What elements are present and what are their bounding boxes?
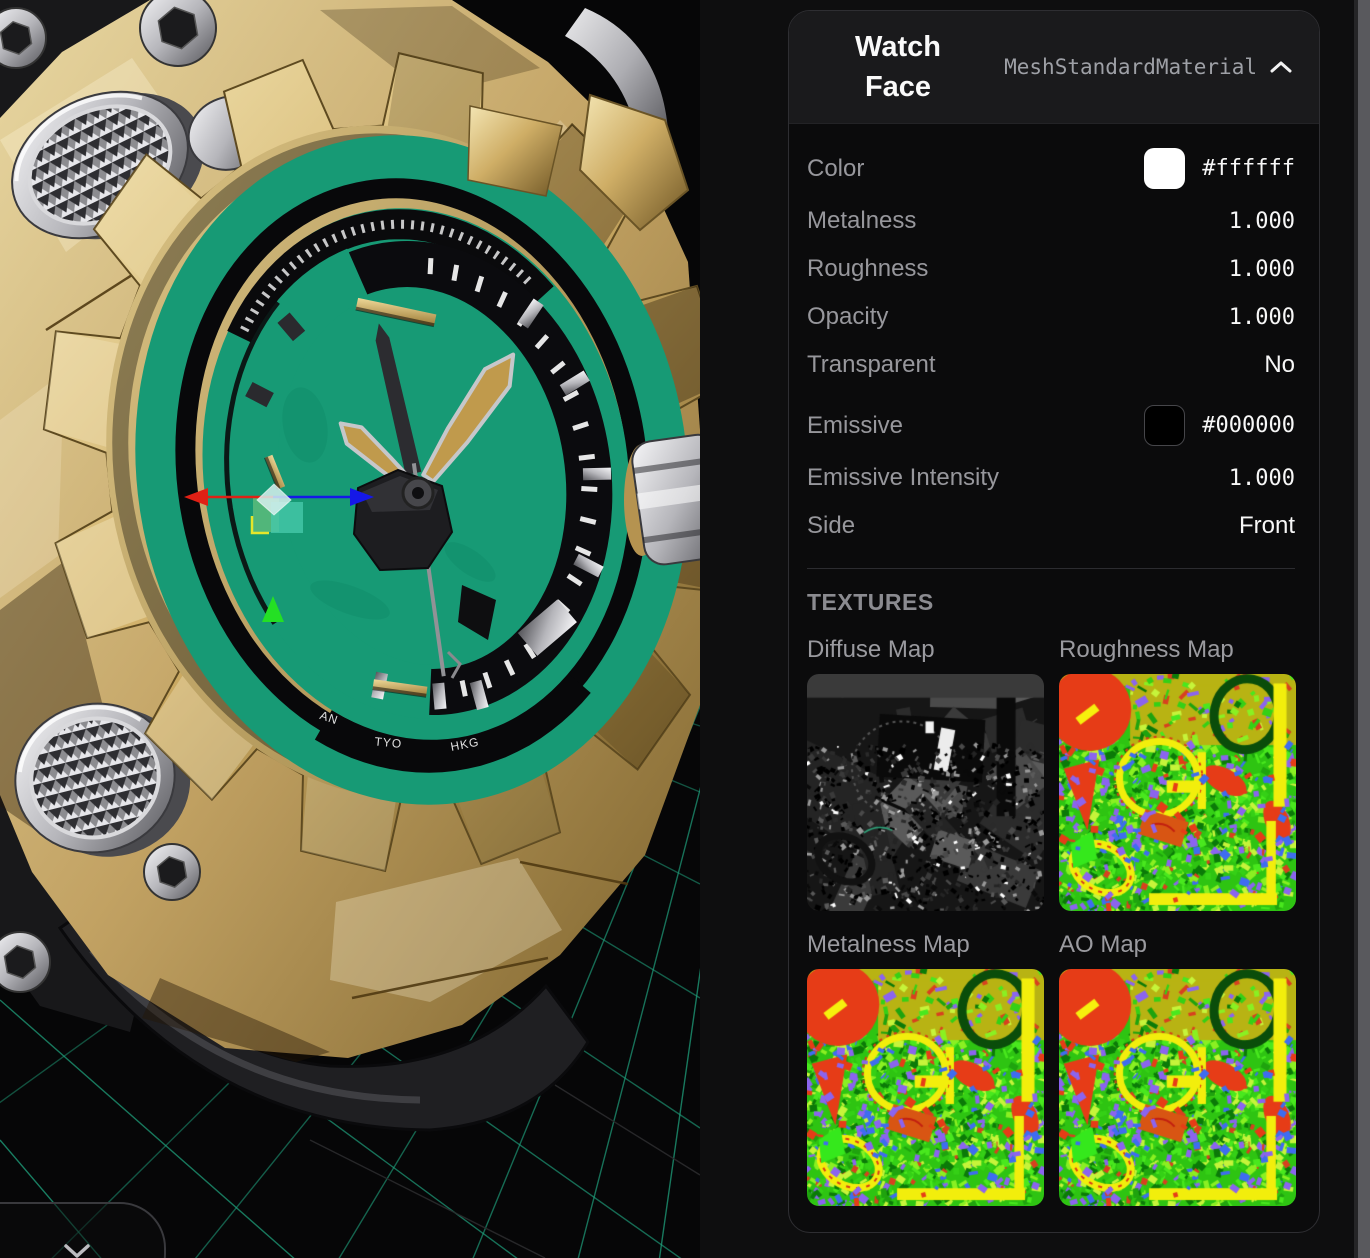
prop-value-group: #ffffff: [1144, 148, 1295, 189]
material-panel: Watch Face MeshStandardMaterial Color #ff…: [788, 10, 1320, 1233]
texture-thumbnail-metalness-map[interactable]: [807, 969, 1044, 1206]
texture-thumbnail-diffuse-map[interactable]: [807, 674, 1044, 911]
prop-value-group: 1.000: [1229, 305, 1295, 330]
prop-row-transparent: TransparentNo: [807, 341, 1295, 389]
prop-value[interactable]: #000000: [1202, 413, 1295, 438]
app-window: ANTYOHKG Watch Face MeshStandardMaterial…: [0, 0, 1370, 1258]
color-swatch[interactable]: [1144, 405, 1185, 446]
texture-slot-ao-map: AO Map: [1059, 915, 1296, 1206]
dial-city-code: TYO: [374, 734, 403, 751]
prop-label: Transparent: [807, 351, 1264, 379]
prop-value-group: No: [1264, 351, 1295, 379]
prop-row-metalness: Metalness1.000: [807, 197, 1295, 245]
prop-label: Opacity: [807, 303, 1229, 331]
prop-row-side: SideFront: [807, 502, 1295, 550]
prop-value-group: 1.000: [1229, 257, 1295, 282]
color-swatch[interactable]: [1144, 148, 1185, 189]
prop-row-emissive-intensity: Emissive Intensity1.000: [807, 454, 1295, 502]
texture-maps-grid: Diffuse Map Roughness Map Metalness Map AO …: [807, 620, 1295, 1206]
chevron-down-icon: [61, 1242, 93, 1258]
prop-value-group: Front: [1239, 512, 1295, 540]
prop-label: Emissive Intensity: [807, 464, 1229, 492]
prop-value[interactable]: Front: [1239, 512, 1295, 540]
properties-drawer: Watch Face MeshStandardMaterial Color #ff…: [700, 0, 1354, 1258]
prop-value-group: 1.000: [1229, 466, 1295, 491]
prop-row-opacity: Opacity1.000: [807, 293, 1295, 341]
material-properties-list: Color#ffffffMetalness1.000Roughness1.000…: [789, 124, 1319, 550]
prop-row-emissive: Emissive #000000: [807, 397, 1295, 454]
texture-slot-diffuse-map: Diffuse Map: [807, 620, 1044, 911]
prop-label: Emissive: [807, 412, 1144, 440]
texture-thumbnail-roughness-map[interactable]: [1059, 674, 1296, 911]
prop-value-group: 1.000: [1229, 209, 1295, 234]
viewport-collapse-button[interactable]: [0, 1202, 166, 1258]
texture-slot-roughness-map: Roughness Map: [1059, 620, 1296, 911]
prop-label: Side: [807, 512, 1239, 540]
prop-value-group: #000000: [1144, 405, 1295, 446]
selected-object-name: Watch Face: [831, 27, 965, 107]
texture-label: Metalness Map: [807, 931, 1044, 959]
texture-slot-metalness-map: Metalness Map: [807, 915, 1044, 1206]
prop-row-roughness: Roughness1.000: [807, 245, 1295, 293]
prop-label: Roughness: [807, 255, 1229, 283]
chevron-up-icon[interactable]: [1269, 59, 1293, 75]
prop-label: Color: [807, 155, 1144, 183]
material-type-label: MeshStandardMaterial: [965, 55, 1269, 79]
prop-value[interactable]: 1.000: [1229, 209, 1295, 234]
texture-label: Roughness Map: [1059, 636, 1296, 664]
scrollbar-thumb[interactable]: [1358, 0, 1370, 1258]
prop-label: Metalness: [807, 207, 1229, 235]
prop-value[interactable]: #ffffff: [1202, 156, 1295, 181]
material-panel-header[interactable]: Watch Face MeshStandardMaterial: [789, 11, 1319, 124]
prop-value[interactable]: 1.000: [1229, 305, 1295, 330]
prop-value[interactable]: No: [1264, 351, 1295, 379]
texture-thumbnail-ao-map[interactable]: [1059, 969, 1296, 1206]
section-divider: [807, 568, 1295, 569]
textures-section-title: TEXTURES: [807, 589, 1295, 616]
prop-row-color: Color #ffffff: [807, 140, 1295, 197]
texture-label: Diffuse Map: [807, 636, 1044, 664]
texture-label: AO Map: [1059, 931, 1296, 959]
prop-value[interactable]: 1.000: [1229, 257, 1295, 282]
prop-value[interactable]: 1.000: [1229, 466, 1295, 491]
